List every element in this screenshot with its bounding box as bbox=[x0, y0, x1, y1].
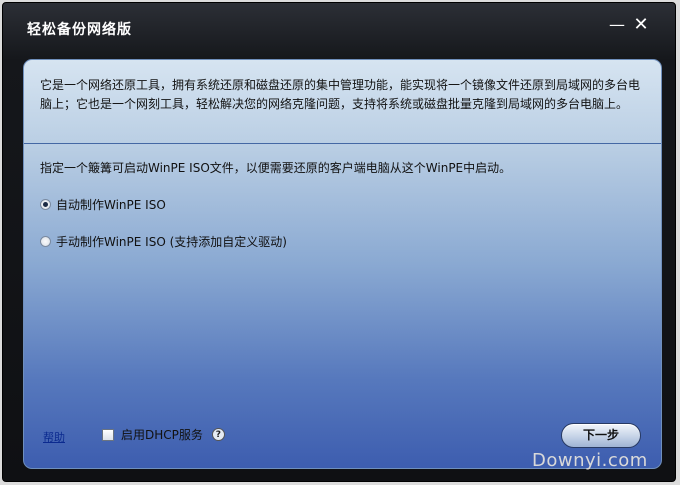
minimize-button[interactable]: — bbox=[607, 13, 627, 37]
help-link[interactable]: 帮助 bbox=[43, 429, 65, 445]
dhcp-label: 启用DHCP服务 bbox=[121, 428, 203, 442]
title-bar[interactable]: 轻松备份网络版 — ✕ bbox=[3, 3, 675, 53]
description-text: 它是一个网络还原工具，拥有系统还原和磁盘还原的集中管理功能，能实现将一个镜像文件… bbox=[40, 78, 641, 111]
radio-manual-winpe[interactable] bbox=[40, 236, 51, 247]
manual-winpe-label: 手动制作WinPE ISO (支持添加自定义驱动) bbox=[56, 235, 287, 249]
watermark-text: Downyi.com bbox=[532, 450, 648, 471]
radio-auto-winpe[interactable] bbox=[40, 199, 51, 210]
app-window: 轻松备份网络版 — ✕ 它是一个网络还原工具，拥有系统还原和磁盘还原的集中管理功… bbox=[2, 2, 676, 482]
dhcp-checkbox[interactable] bbox=[102, 428, 114, 441]
auto-winpe-label: 自动制作WinPE ISO bbox=[56, 198, 166, 212]
divider bbox=[24, 143, 661, 144]
next-button[interactable]: 下一步 bbox=[561, 423, 641, 448]
manual-winpe-option[interactable]: 手动制作WinPE ISO (支持添加自定义驱动) bbox=[40, 233, 287, 250]
instruction-text: 指定一个簸篝可启动WinPE ISO文件，以便需要还原的客户端电脑从这个WinP… bbox=[40, 161, 512, 175]
content-panel: 它是一个网络还原工具，拥有系统还原和磁盘还原的集中管理功能，能实现将一个镜像文件… bbox=[23, 59, 662, 469]
auto-winpe-option[interactable]: 自动制作WinPE ISO bbox=[40, 196, 166, 213]
window-title: 轻松备份网络版 bbox=[27, 22, 132, 38]
close-button[interactable]: ✕ bbox=[631, 13, 651, 37]
dhcp-option[interactable]: 启用DHCP服务 ? bbox=[102, 426, 225, 443]
help-question-icon[interactable]: ? bbox=[211, 428, 225, 441]
